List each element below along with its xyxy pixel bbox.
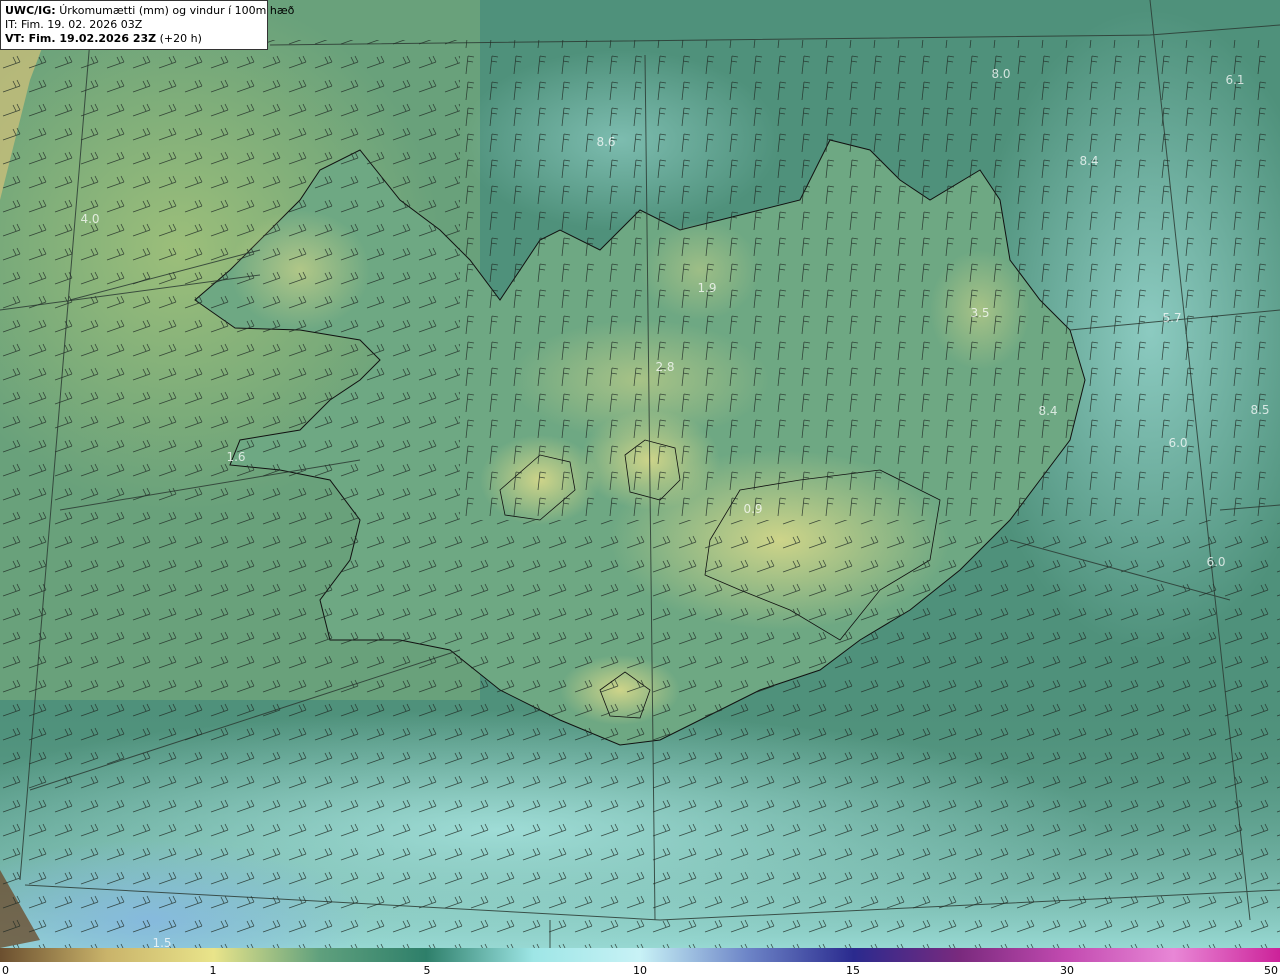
value-label: 8.0 <box>991 67 1010 81</box>
issue-time: IT: Fim. 19. 02. 2026 03Z <box>5 18 143 31</box>
map-title-box: UWC/IG: Úrkomumætti (mm) og vindur í 100… <box>0 0 294 50</box>
value-label: 1.9 <box>697 281 716 295</box>
colorbar-tick: 0 <box>2 964 9 977</box>
value-label: 8.4 <box>1038 404 1057 418</box>
value-label: 8.6 <box>596 135 615 149</box>
colorbar-legend: 0 1 5 10 15 30 50 <box>0 948 1280 978</box>
colorbar-tick: 1 <box>209 964 217 977</box>
value-label: 8.4 <box>1079 154 1098 168</box>
value-label: 8.5 <box>1250 403 1269 417</box>
value-label: 5.7 <box>1162 311 1181 325</box>
colorbar-tick: 30 <box>1060 964 1074 977</box>
forecast-offset: (+20 h) <box>159 32 202 45</box>
value-label: 3.5 <box>970 306 989 320</box>
value-label: 4.0 <box>80 212 99 226</box>
value-label: 1.5 <box>152 936 171 948</box>
colorbar-tick: 15 <box>846 964 860 977</box>
colorbar-tick: 5 <box>423 964 431 977</box>
colorbar-tick: 50 <box>1264 964 1278 977</box>
product-code: UWC/IG: <box>5 4 56 17</box>
colorbar-tick: 10 <box>633 964 647 977</box>
valid-time: VT: Fim. 19.02.2026 23Z <box>5 32 157 45</box>
value-label: 6.0 <box>1206 555 1225 569</box>
value-label: 1.6 <box>226 450 245 464</box>
colorbar-strip <box>0 948 1280 962</box>
value-label: 6.1 <box>1225 73 1244 87</box>
map-area[interactable]: 8.0 6.1 8.6 8.4 4.0 1.9 3.5 5.7 2.8 8.4 8.5 6.0 1.6 0… <box>0 0 1280 948</box>
value-label: 6.0 <box>1168 436 1187 450</box>
product-description: Úrkomumætti (mm) og vindur í 100m hæð <box>59 4 295 17</box>
value-label: 2.8 <box>655 360 674 374</box>
precipitation-map: 8.0 6.1 8.6 8.4 4.0 1.9 3.5 5.7 2.8 8.4 8.5 6.0 1.6 0… <box>0 0 1280 948</box>
value-label: 0.9 <box>743 502 762 516</box>
